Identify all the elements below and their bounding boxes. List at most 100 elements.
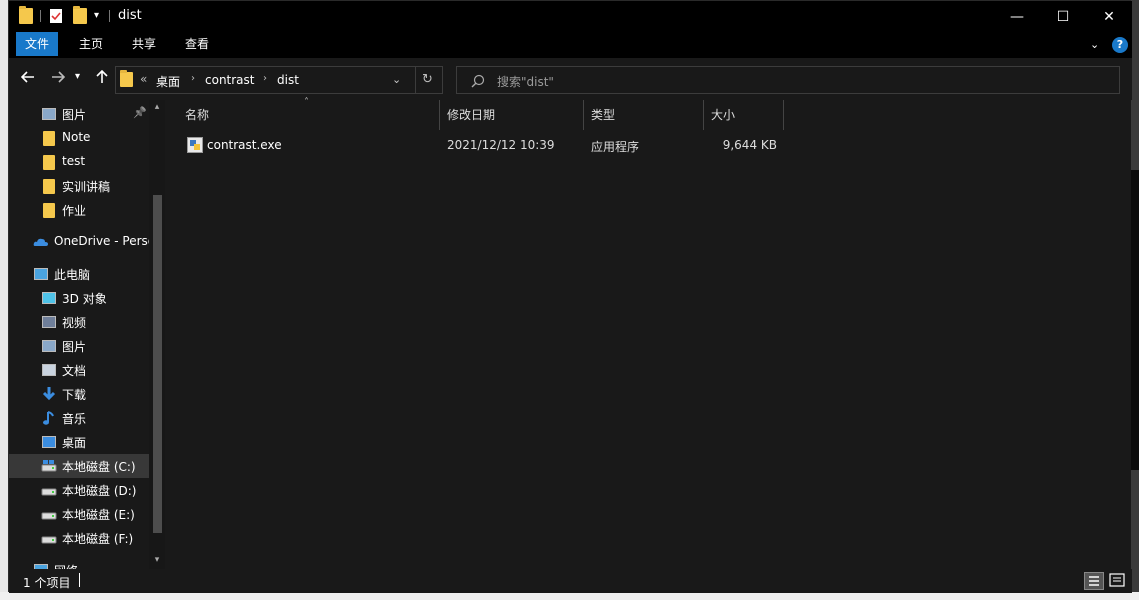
sidebar-item-label: 图片 xyxy=(62,108,87,122)
sidebar-item-this-pc[interactable]: 此电脑 xyxy=(9,262,149,286)
sidebar-item-label: 桌面 xyxy=(62,436,87,450)
pin-icon[interactable]: 📌 xyxy=(133,106,147,119)
column-header-size[interactable]: 大小 xyxy=(711,100,783,130)
sidebar-item-pictures[interactable]: 图片 📌 xyxy=(9,102,149,126)
status-bar: 1 个项目 xyxy=(9,569,1132,593)
file-modified: 2021/12/12 10:39 xyxy=(447,138,555,152)
sidebar-item-folder[interactable]: 作业 xyxy=(9,198,149,222)
ribbon-tabs: 文件 主页 共享 查看 ⌄ ? xyxy=(9,32,1132,58)
folder-icon xyxy=(41,154,57,170)
item-count: 1 个项目 xyxy=(23,576,71,590)
up-button[interactable] xyxy=(91,67,113,91)
close-button[interactable]: ✕ xyxy=(1086,1,1132,32)
table-row[interactable]: contrast.exe 2021/12/12 10:39 应用程序 9,644… xyxy=(165,132,805,158)
folder-icon xyxy=(41,178,57,194)
minimize-button[interactable]: — xyxy=(994,1,1040,32)
address-dropdown-chevron-icon[interactable]: ⌄ xyxy=(392,73,401,86)
drive-icon xyxy=(41,530,57,546)
sidebar-item-music[interactable]: 音乐 xyxy=(9,406,149,430)
sidebar-item-desktop[interactable]: 桌面 xyxy=(9,430,149,454)
help-button[interactable]: ? xyxy=(1112,37,1128,53)
sidebar-item-label: 下载 xyxy=(62,388,87,402)
drive-icon xyxy=(41,482,57,498)
pictures-icon xyxy=(41,106,57,122)
customize-toolbar-chevron-icon[interactable]: ▾ xyxy=(94,10,99,21)
sidebar-item-label: test xyxy=(62,154,86,168)
sidebar-item-label: 视频 xyxy=(62,316,87,330)
scroll-up-icon[interactable]: ▴ xyxy=(152,102,162,112)
sidebar-item-label: Note xyxy=(62,130,91,144)
breadcrumb-desktop[interactable]: 桌面 xyxy=(156,73,180,90)
sidebar-item-drive[interactable]: 本地磁盘 (E:) xyxy=(9,502,149,526)
column-separator[interactable] xyxy=(703,100,704,130)
back-arrow-icon xyxy=(20,71,34,83)
sidebar-item-drive-c[interactable]: 本地磁盘 (C:) xyxy=(9,454,149,478)
tab-file[interactable]: 文件 xyxy=(16,32,58,56)
title-bar: ▾ dist — ☐ ✕ xyxy=(9,1,1132,32)
breadcrumb-separator-icon[interactable]: › xyxy=(263,73,267,84)
recent-locations-chevron-icon[interactable]: ▾ xyxy=(75,71,80,82)
address-bar[interactable]: « 桌面 › contrast › dist ⌄ ↻ xyxy=(115,66,443,94)
details-view-button[interactable] xyxy=(1084,572,1104,590)
exe-file-icon xyxy=(187,137,203,153)
sidebar-item-label: 此电脑 xyxy=(54,268,91,282)
music-icon xyxy=(41,410,57,426)
column-separator[interactable] xyxy=(783,100,784,130)
sidebar-item-label: 3D 对象 xyxy=(62,292,107,306)
scroll-thumb[interactable] xyxy=(153,195,162,533)
sidebar-item-pictures[interactable]: 图片 xyxy=(9,334,149,358)
downloads-icon xyxy=(41,386,57,402)
sidebar-item-label: 本地磁盘 (C:) xyxy=(62,460,136,474)
column-separator[interactable] xyxy=(439,100,440,130)
details-view-icon xyxy=(1089,576,1099,586)
tab-home[interactable]: 主页 xyxy=(65,32,117,56)
sidebar-item-label: 作业 xyxy=(62,204,87,218)
expand-ribbon-chevron-icon[interactable]: ⌄ xyxy=(1090,38,1099,51)
sidebar-item-label: 本地磁盘 (F:) xyxy=(62,532,134,546)
forward-button[interactable] xyxy=(47,67,69,91)
new-folder-icon[interactable] xyxy=(73,6,87,24)
sidebar-item-downloads[interactable]: 下载 xyxy=(9,382,149,406)
breadcrumb-dist[interactable]: dist xyxy=(277,73,299,87)
large-icons-view-icon xyxy=(1109,573,1125,587)
file-name: contrast.exe xyxy=(207,138,282,152)
sidebar-item-3d-objects[interactable]: 3D 对象 xyxy=(9,286,149,310)
sidebar-item-network[interactable]: 网络 xyxy=(9,558,149,569)
search-box[interactable]: 搜索"dist" xyxy=(456,66,1120,94)
network-icon xyxy=(33,562,49,569)
column-header-type[interactable]: 类型 xyxy=(591,100,703,130)
search-icon xyxy=(471,74,485,88)
back-button[interactable] xyxy=(17,67,39,91)
onedrive-icon xyxy=(33,234,49,250)
background-window-bottom xyxy=(0,592,1139,600)
column-header-name[interactable]: 名称 xyxy=(185,100,439,130)
large-icons-view-button[interactable] xyxy=(1108,572,1128,590)
drive-icon xyxy=(41,506,57,522)
breadcrumb-overflow[interactable]: « xyxy=(140,72,147,86)
sidebar-item-folder[interactable]: Note xyxy=(9,126,149,150)
tab-view[interactable]: 查看 xyxy=(171,32,223,56)
sidebar-item-onedrive[interactable]: OneDrive - Perso xyxy=(9,230,155,254)
sidebar-item-folder[interactable]: test xyxy=(9,150,149,174)
sidebar-item-drive[interactable]: 本地磁盘 (D:) xyxy=(9,478,149,502)
separator xyxy=(40,10,41,22)
breadcrumb-separator-icon[interactable]: › xyxy=(191,73,195,84)
sidebar-item-drive[interactable]: 本地磁盘 (F:) xyxy=(9,526,149,550)
properties-icon[interactable] xyxy=(49,8,63,24)
sidebar-item-videos[interactable]: 视频 xyxy=(9,310,149,334)
sidebar-item-label: 本地磁盘 (E:) xyxy=(62,508,135,522)
nav-scrollbar[interactable]: ▴ ▾ xyxy=(149,100,165,569)
file-size: 9,644 KB xyxy=(722,138,777,152)
scroll-down-icon[interactable]: ▾ xyxy=(152,555,162,565)
drive-c-icon xyxy=(41,458,57,474)
3d-objects-icon xyxy=(41,290,57,306)
maximize-button[interactable]: ☐ xyxy=(1040,1,1086,32)
sidebar-item-documents[interactable]: 文档 xyxy=(9,358,149,382)
column-separator[interactable] xyxy=(583,100,584,130)
tab-share[interactable]: 共享 xyxy=(118,32,170,56)
refresh-icon[interactable]: ↻ xyxy=(422,72,433,87)
breadcrumb-contrast[interactable]: contrast xyxy=(205,73,255,87)
sidebar-item-folder[interactable]: 实训讲稿 xyxy=(9,174,149,198)
search-placeholder: 搜索"dist" xyxy=(497,75,554,89)
column-header-modified[interactable]: 修改日期 xyxy=(447,100,583,130)
